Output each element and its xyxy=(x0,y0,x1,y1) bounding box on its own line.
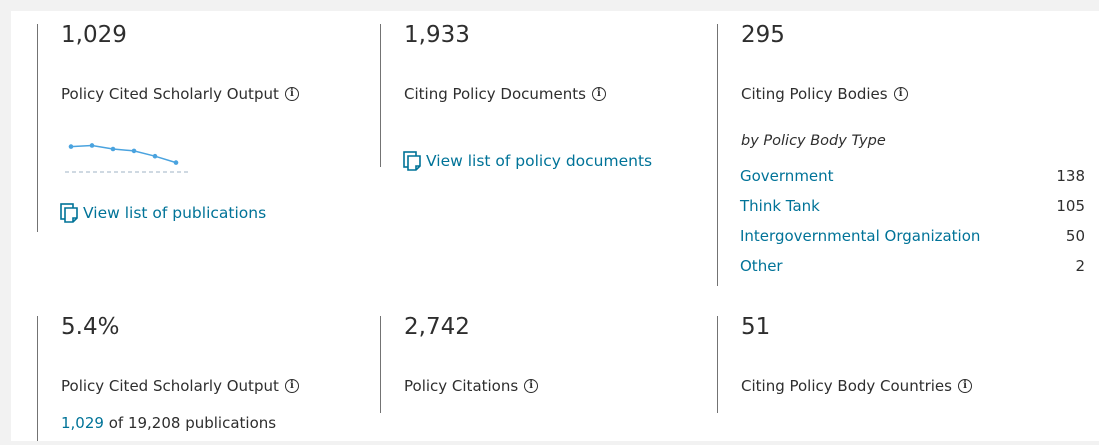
metric-label: Policy Cited Scholarly Output i xyxy=(61,377,299,395)
info-icon[interactable]: i xyxy=(284,379,299,393)
breakdown-row-government: Government 138 xyxy=(740,167,1085,189)
breakdown-row-think-tank: Think Tank 105 xyxy=(740,197,1085,219)
sparkline-chart xyxy=(65,143,188,173)
metric-label: Citing Policy Body Countries i xyxy=(741,377,972,395)
metric-policy-citations: 2,742 Policy Citations i xyxy=(380,314,681,413)
breakdown-name[interactable]: Other xyxy=(740,257,783,275)
breakdown-count: 2 xyxy=(1075,257,1085,275)
sparkline-point xyxy=(131,148,137,154)
metric-label-text: Policy Cited Scholarly Output xyxy=(61,377,279,395)
sparkline-point xyxy=(68,144,74,149)
view-publications-label: View list of publications xyxy=(83,204,267,222)
metric-policy-documents: 1,933 Citing Policy Documents i View lis… xyxy=(380,22,681,171)
view-policy-documents-label: View list of policy documents xyxy=(426,152,653,170)
sparkline-point xyxy=(152,153,158,159)
breakdown-name[interactable]: Government xyxy=(740,167,834,185)
breakdown-name[interactable]: Intergovernmental Organization xyxy=(740,227,980,245)
metric-scholarly-output: 1,029 Policy Cited Scholarly Output i Vi… xyxy=(37,22,338,232)
breakdown-row-intergovernmental: Intergovernmental Organization 50 xyxy=(740,227,1085,249)
metrics-panel: 1,029 Policy Cited Scholarly Output i Vi… xyxy=(11,11,1099,441)
info-icon[interactable]: i xyxy=(591,87,606,101)
sparkline-point xyxy=(89,143,95,148)
info-icon[interactable]: i xyxy=(524,379,539,393)
info-icon[interactable]: i xyxy=(284,87,299,101)
metric-label-text: Policy Citations xyxy=(404,377,519,395)
metric-label-text: Citing Policy Bodies xyxy=(741,85,888,103)
view-policy-documents-link[interactable]: View list of policy documents xyxy=(403,151,652,171)
metric-countries: 51 Citing Policy Body Countries i xyxy=(717,314,1058,413)
metric-label: Citing Policy Documents i xyxy=(404,85,606,103)
metric-value: 5.4% xyxy=(61,314,120,340)
document-list-icon xyxy=(60,203,78,223)
info-icon[interactable]: i xyxy=(957,379,972,393)
metric-label-text: Policy Cited Scholarly Output xyxy=(61,85,279,103)
info-icon[interactable]: i xyxy=(893,87,908,101)
publication-count: 1,029 of 19,208 publications xyxy=(61,414,276,432)
publication-count-link[interactable]: 1,029 xyxy=(61,414,104,432)
breakdown-count: 105 xyxy=(1056,197,1085,215)
sparkline-line xyxy=(70,144,177,164)
metric-share: 5.4% Policy Cited Scholarly Output i 1,0… xyxy=(37,314,338,441)
metric-label-text: Citing Policy Documents xyxy=(404,85,586,103)
metric-label: Policy Cited Scholarly Output i xyxy=(61,85,299,103)
document-list-icon xyxy=(403,151,421,171)
metric-value: 1,933 xyxy=(404,22,470,48)
metric-policy-bodies: 295 Citing Policy Bodies i by Policy Bod… xyxy=(717,22,1090,286)
metric-value: 1,029 xyxy=(61,22,127,48)
metric-label: Policy Citations i xyxy=(404,377,539,395)
breakdown-subheading: by Policy Body Type xyxy=(741,133,886,149)
breakdown-name[interactable]: Think Tank xyxy=(740,197,820,215)
metric-value: 51 xyxy=(741,314,771,340)
publication-count-text: of 19,208 publications xyxy=(103,414,277,432)
sparkline-point xyxy=(110,146,116,152)
breakdown-row-other: Other 2 xyxy=(740,257,1085,279)
breakdown-count: 138 xyxy=(1056,167,1085,185)
metric-label-text: Citing Policy Body Countries xyxy=(741,377,952,395)
metric-value: 2,742 xyxy=(404,314,470,340)
metric-label: Citing Policy Bodies i xyxy=(741,85,908,103)
view-publications-link[interactable]: View list of publications xyxy=(60,203,266,223)
sparkline-point xyxy=(173,160,179,165)
metric-value: 295 xyxy=(741,22,785,48)
breakdown-count: 50 xyxy=(1065,227,1085,245)
